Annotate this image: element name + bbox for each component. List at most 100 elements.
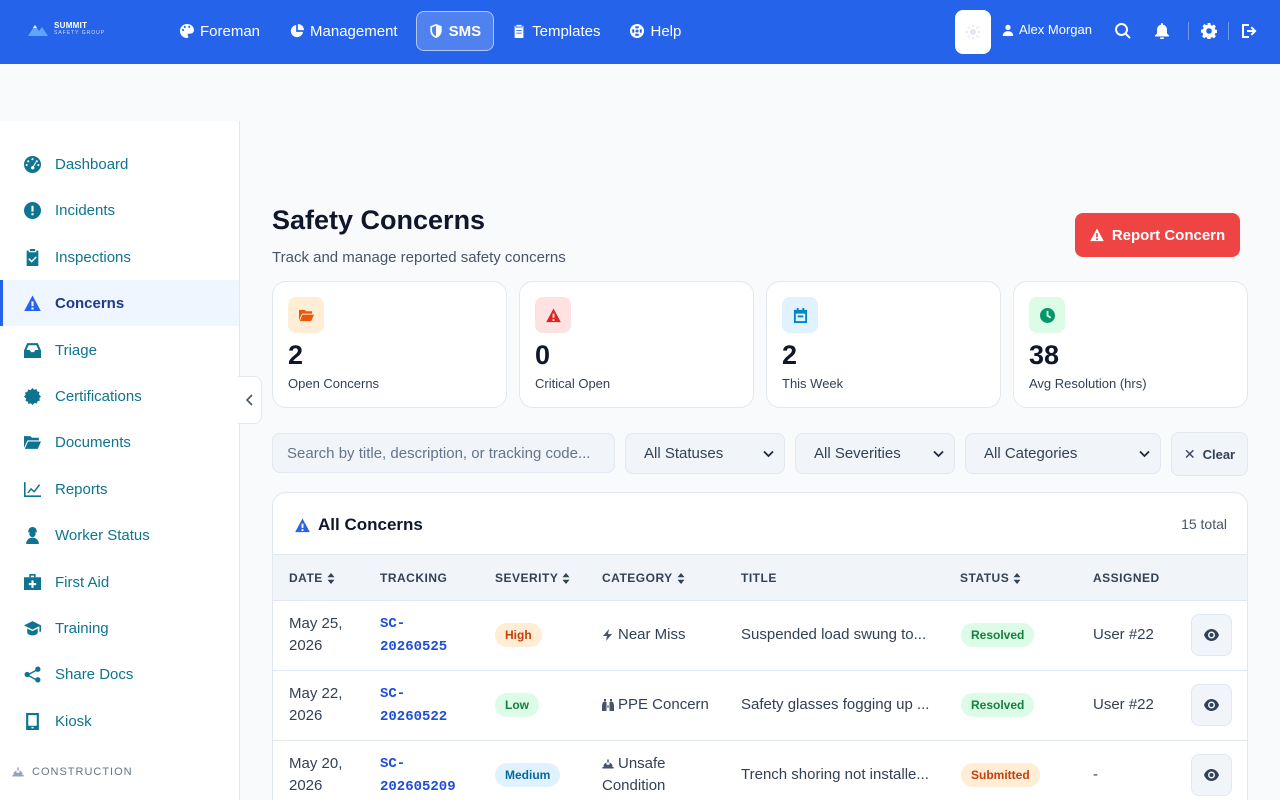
stat-card-this-week: 2 This Week [766,281,1001,408]
page-subtitle: Track and manage reported safety concern… [272,249,566,266]
clear-filters-button[interactable]: ✕ Clear [1171,432,1248,476]
tracking-line: SC- [380,616,406,632]
stat-value: 0 [535,340,551,370]
stat-label: Critical Open [535,376,611,391]
clear-label: Clear [1202,446,1236,462]
tracking-line: 20260525 [380,639,448,655]
table-row[interactable]: May 20, 2026 SC- 202605209 Medium Unsafe… [273,741,1247,800]
search-input[interactable] [272,433,615,473]
settings-button[interactable] [1200,22,1218,40]
search-button[interactable] [1114,22,1132,40]
user-menu[interactable]: Alex Morgan [1002,22,1092,37]
shield-icon [429,24,442,38]
lifebuoy-icon [630,24,645,38]
tracking-line: SC- [380,756,406,772]
sidebar-section-label: CONSTRUCTION [32,766,133,778]
sidebar-item-inspections[interactable]: Inspections [0,234,239,280]
tracking-line: 20260522 [380,709,448,725]
date-cell: May 22, 2026 [289,683,342,727]
nav-templates[interactable]: Templates [500,11,612,51]
warning-triangle-icon [295,517,310,532]
chevron-left-icon [245,394,253,406]
column-header-severity[interactable]: SEVERITY [495,571,570,585]
sun-icon [965,24,981,40]
sidebar-item-incidents[interactable]: Incidents [0,187,239,233]
table-row[interactable]: May 25, 2026 SC- 20260525 High Near Miss… [273,601,1247,671]
logout-button[interactable] [1240,22,1258,40]
sidebar-item-kiosk[interactable]: Kiosk [0,698,239,744]
title-cell: Safety glasses fogging up ... [741,696,930,713]
stat-label: Avg Resolution (hrs) [1029,376,1147,391]
date-line: 2026 [289,637,323,654]
column-header-tracking: TRACKING [380,571,447,585]
nav-label: Templates [532,22,601,40]
nav-help[interactable]: Help [618,11,693,51]
bell-icon [1155,23,1169,39]
brand-logo[interactable]: SUMMIT SAFETY GROUP [28,22,105,36]
select-value: All Statuses [644,445,724,462]
column-header-status[interactable]: STATUS [960,571,1021,585]
sidebar-item-concerns[interactable]: Concerns [0,280,239,326]
sidebar-item-label: Concerns [55,294,125,312]
sidebar-collapse-button[interactable] [238,376,262,424]
category-filter-select[interactable]: All Categories [965,433,1161,474]
category-text: Near Miss [618,626,686,643]
sidebar-item-label: Inspections [55,248,131,266]
column-header-label: TRACKING [380,571,448,585]
status-filter-select[interactable]: All Statuses [625,433,785,474]
sidebar-item-triage[interactable]: Triage [0,327,239,373]
sidebar-item-documents[interactable]: Documents [0,419,239,465]
sidebar-item-reports[interactable]: Reports [0,466,239,512]
share-icon [24,666,41,682]
warning-triangle-icon [24,295,41,311]
sidebar-item-worker-status[interactable]: Worker Status [0,512,239,558]
mountain-logo-icon [28,25,48,36]
column-header-label: TITLE [741,571,777,585]
tablet-icon [26,712,39,730]
sidebar-item-certifications[interactable]: Certifications [0,373,239,419]
view-concern-button[interactable] [1191,614,1232,656]
chevron-down-icon [1139,450,1150,457]
severity-badge: High [495,623,542,647]
report-concern-button[interactable]: Report Concern [1075,213,1240,257]
tracking-line: SC- [380,686,406,702]
tracking-code-link[interactable]: SC- 20260522 [380,683,447,729]
clipboard-icon [514,24,524,38]
nav-label: Management [310,22,398,40]
view-concern-button[interactable] [1191,754,1232,796]
nav-foreman[interactable]: Foreman [168,11,272,51]
select-value: All Categories [984,445,1078,462]
notifications-button[interactable] [1153,22,1171,40]
column-header-category[interactable]: CATEGORY [602,571,685,585]
sidebar-item-label: Worker Status [55,526,150,544]
card-header: All Concerns 15 total [273,493,1247,555]
sidebar-item-label: Incidents [55,201,116,219]
warning-triangle-icon [1090,228,1104,242]
sidebar-item-first-aid[interactable]: First Aid [0,559,239,605]
nav-sms[interactable]: SMS [415,11,495,51]
hard-hat-icon [602,759,614,769]
logout-icon [1242,24,1257,38]
sort-icon [677,572,685,584]
theme-toggle-button[interactable] [955,10,991,54]
severity-filter-select[interactable]: All Severities [795,433,955,474]
category-cell: Unsafe Condition [602,753,666,797]
view-concern-button[interactable] [1191,684,1232,726]
date-cell: May 25, 2026 [289,613,342,657]
nav-management[interactable]: Management [278,11,410,51]
divider [1188,22,1189,40]
table-row[interactable]: May 22, 2026 SC- 20260522 Low PPE Concer… [273,671,1247,741]
sidebar-item-share-docs[interactable]: Share Docs [0,651,239,697]
sidebar-item-dashboard[interactable]: Dashboard [0,141,239,187]
folder-open-icon [298,309,314,321]
tracking-code-link[interactable]: SC- 202605209 [380,753,456,799]
card-title: All Concerns [295,515,423,535]
search-icon [1115,23,1131,39]
column-header-date[interactable]: DATE [289,571,335,585]
page-title: Safety Concerns [272,205,486,235]
sidebar-item-training[interactable]: Training [0,605,239,651]
column-header-label: ASSIGNED [1093,571,1160,585]
sort-icon [327,572,335,584]
clipboard-check-icon [26,248,39,266]
tracking-code-link[interactable]: SC- 20260525 [380,613,447,659]
